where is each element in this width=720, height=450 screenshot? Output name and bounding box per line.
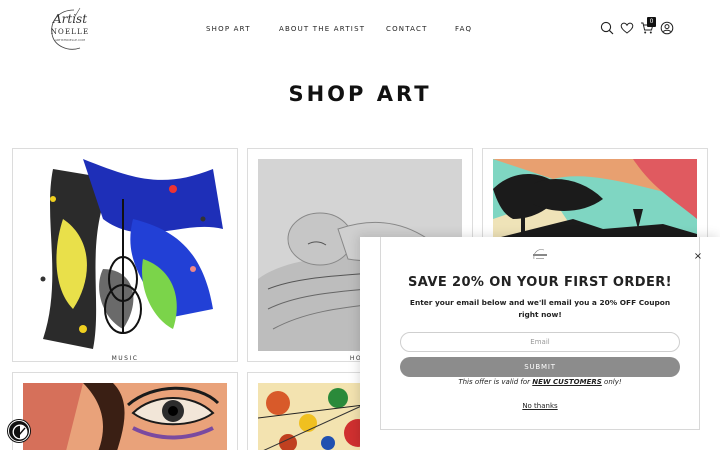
product-label[interactable]: MUSIC bbox=[13, 355, 237, 361]
email-input[interactable] bbox=[400, 332, 680, 352]
nav-item-about-the-artist[interactable]: ABOUT THE ARTIST bbox=[279, 25, 365, 33]
product-image-music[interactable] bbox=[23, 159, 227, 351]
account-icon[interactable] bbox=[660, 21, 674, 35]
product-card[interactable]: MUSIC bbox=[12, 148, 238, 362]
no-thanks-link[interactable]: No thanks bbox=[360, 402, 720, 410]
offer-prefix: This offer is valid for bbox=[458, 378, 533, 386]
logo-url-text: ARTISTNOELLE.COM bbox=[54, 38, 86, 42]
popup-subtitle: Enter your email below and we'll email y… bbox=[409, 298, 671, 319]
product-image-eye[interactable] bbox=[23, 383, 227, 450]
heart-icon[interactable] bbox=[620, 21, 634, 35]
cart-count-badge: 0 bbox=[647, 17, 656, 27]
logo-script-text: Artist bbox=[52, 12, 88, 26]
nav-item-faq[interactable]: FAQ bbox=[455, 25, 472, 33]
close-icon[interactable]: × bbox=[693, 252, 703, 262]
product-card[interactable] bbox=[12, 372, 238, 450]
popup-logo-icon bbox=[530, 247, 550, 263]
submit-button[interactable]: SUBMIT bbox=[400, 357, 680, 377]
search-icon[interactable] bbox=[600, 21, 614, 35]
accessibility-icon[interactable] bbox=[8, 420, 30, 442]
offer-note: This offer is valid for NEW CUSTOMERS on… bbox=[360, 378, 720, 386]
nav-item-contact[interactable]: CONTACT bbox=[386, 25, 428, 33]
email-signup-popup: × SAVE 20% ON YOUR FIRST ORDER! Enter yo… bbox=[360, 237, 720, 450]
nav-item-shop-art[interactable]: SHOP ART bbox=[206, 25, 251, 33]
page-title: SHOP ART bbox=[288, 82, 432, 106]
offer-new-customers: NEW CUSTOMERS bbox=[532, 378, 602, 386]
offer-suffix: only! bbox=[601, 378, 622, 386]
site-header: Artist NOELLE ARTISTNOELLE.COM SHOP ART … bbox=[0, 0, 720, 60]
popup-title: SAVE 20% ON YOUR FIRST ORDER! bbox=[408, 275, 672, 290]
